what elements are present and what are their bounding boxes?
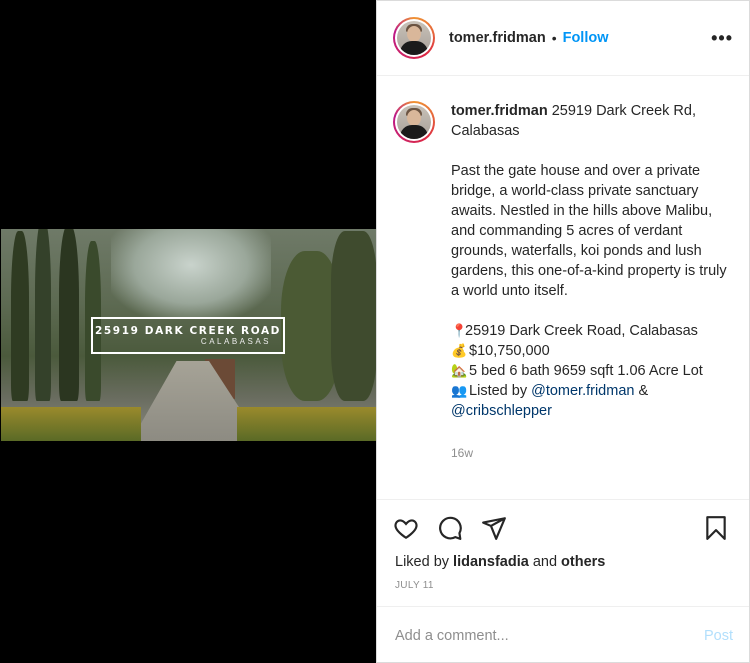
price-text: $10,750,000 xyxy=(465,343,550,359)
avatar-frame xyxy=(395,103,433,141)
caption-body: tomer.fridman 25919 Dark Creek Rd, Calab… xyxy=(451,101,733,463)
photo-hedge xyxy=(1,407,141,441)
details-text: 5 bed 6 bath 9659 sqft 1.06 Acre Lot xyxy=(465,363,703,379)
post-header: tomer.fridman • Follow ••• xyxy=(377,1,749,76)
heart-icon[interactable] xyxy=(393,515,423,545)
avatar[interactable] xyxy=(397,21,431,55)
liked-by-and: and xyxy=(528,554,562,570)
busts-in-silhouette-icon: 👥 xyxy=(451,383,468,398)
address-text: 25919 Dark Creek Road, Calabasas xyxy=(465,323,698,339)
comment-icon[interactable] xyxy=(437,515,467,545)
caption-description: Past the gate house and over a private b… xyxy=(451,163,727,299)
avatar-head xyxy=(407,110,421,126)
photo-sky xyxy=(111,229,271,319)
post-details-panel: tomer.fridman • Follow ••• tomer.fridman… xyxy=(376,0,750,663)
header-username[interactable]: tomer.fridman xyxy=(449,30,546,46)
round-pushpin-icon: 📍 xyxy=(451,323,468,338)
avatar-frame xyxy=(395,19,433,57)
video-title-main: 25919 DARK CREEK ROAD xyxy=(94,325,281,337)
address-line: 📍25919 Dark Creek Road, Calabasas xyxy=(451,321,733,341)
post-caption: tomer.fridman 25919 Dark Creek Rd, Calab… xyxy=(393,101,733,463)
avatar-shirt xyxy=(400,125,428,139)
caption-story-ring[interactable] xyxy=(393,101,435,143)
money-bag-icon: 💰 xyxy=(451,343,468,358)
photo-tree xyxy=(35,229,51,401)
bookmark-icon[interactable] xyxy=(703,515,733,545)
listed-by-line: 👥 Listed by @tomer.fridman & xyxy=(451,381,733,401)
photo-tree xyxy=(331,231,377,401)
video-title-overlay: 25919 DARK CREEK ROAD CALABASAS xyxy=(91,317,285,354)
post-date[interactable]: JULY 11 xyxy=(377,570,749,591)
follow-button[interactable]: Follow xyxy=(563,30,609,46)
post-comment-button[interactable]: Post xyxy=(704,628,733,644)
details-line: 🏡 5 bed 6 bath 9659 sqft 1.06 Acre Lot xyxy=(451,361,733,381)
mention-cribschlepper[interactable]: @cribschlepper xyxy=(451,401,733,421)
video-title-sub: CALABASAS xyxy=(200,337,271,346)
story-ring[interactable] xyxy=(393,17,435,59)
post-actions: Liked by lidansfadia and others JULY 11 … xyxy=(377,499,749,663)
liked-by-prefix: Liked by xyxy=(395,554,454,570)
photo-tree xyxy=(11,231,29,401)
liked-by-others[interactable]: others xyxy=(561,554,605,570)
caption-username[interactable]: tomer.fridman xyxy=(451,103,548,119)
listed-and: & xyxy=(634,383,649,399)
comment-box: Add a comment... Post xyxy=(377,606,749,663)
liked-by-text: Liked by lidansfadia and others xyxy=(377,546,749,570)
listed-prefix: Listed by xyxy=(465,383,532,399)
more-options-icon[interactable]: ••• xyxy=(711,28,733,49)
caption-listing-details: 📍25919 Dark Creek Road, Calabasas 💰 $10,… xyxy=(451,321,733,421)
avatar-head xyxy=(407,26,421,42)
post-media[interactable]: 25919 DARK CREEK ROAD CALABASAS xyxy=(0,0,377,663)
photo-hedge xyxy=(237,407,377,441)
house-with-garden-icon: 🏡 xyxy=(451,363,468,378)
comment-input[interactable]: Add a comment... xyxy=(395,628,704,644)
share-icon[interactable] xyxy=(481,515,511,545)
avatar-shirt xyxy=(400,41,428,55)
header-separator: • xyxy=(551,30,557,46)
mention-tomer-fridman[interactable]: @tomer.fridman xyxy=(531,383,634,399)
price-line: 💰 $10,750,000 xyxy=(451,341,733,361)
caption-avatar[interactable] xyxy=(397,105,431,139)
caption-headline-paragraph: tomer.fridman 25919 Dark Creek Rd, Calab… xyxy=(451,101,733,141)
photo-tree xyxy=(59,229,79,401)
post-age[interactable]: 16w xyxy=(451,443,733,463)
action-icons-row xyxy=(377,500,749,546)
liked-by-user[interactable]: lidansfadia xyxy=(453,554,529,570)
